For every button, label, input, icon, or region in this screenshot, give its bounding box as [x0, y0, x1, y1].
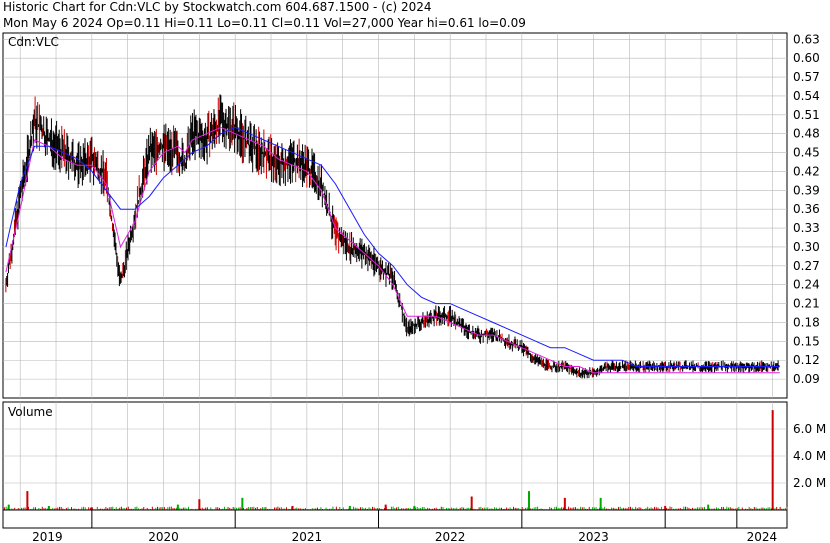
price-tick-label: 0.39 — [793, 183, 820, 197]
price-tick-label: 0.18 — [793, 315, 820, 329]
year-tick-label: 2024 — [747, 530, 778, 543]
volume-tick-label: 4.0 M — [793, 449, 826, 463]
price-tick-label: 0.15 — [793, 334, 820, 348]
price-tick-label: 0.30 — [793, 240, 820, 254]
year-tick-label: 2022 — [435, 530, 466, 543]
price-tick-label: 0.57 — [793, 70, 820, 84]
price-tick-label: 0.42 — [793, 164, 820, 178]
time-axis-frame — [2, 509, 788, 529]
year-tick-label: 2021 — [292, 530, 323, 543]
volume-tick-label: 2.0 M — [793, 476, 826, 490]
volume-panel-title: Volume — [8, 405, 53, 419]
stock-chart: 0.63 0.60 0.57 0.54 0.51 0.48 0.45 0.42 0.39 0.36… — [2, 32, 826, 543]
price-tick-label: 0.33 — [793, 221, 820, 235]
price-tick-label: 0.45 — [793, 146, 820, 160]
price-tick-label: 0.54 — [793, 89, 820, 103]
price-tick-label: 0.24 — [793, 278, 820, 292]
price-tick-label: 0.12 — [793, 353, 820, 367]
time-axis: 2019 2020 2021 2022 2023 2024 — [2, 509, 788, 543]
volume-panel: Volume 6.0 M 4.0 M 2.0 M — [2, 401, 826, 511]
price-tick-label: 0.21 — [793, 297, 820, 311]
short-moving-average-line — [5, 126, 780, 374]
price-panel-title: Cdn:VLC — [8, 35, 59, 49]
price-tick-label: 0.51 — [793, 108, 820, 122]
volume-tick-label: 6.0 M — [793, 422, 826, 436]
price-panel: 0.63 0.60 0.57 0.54 0.51 0.48 0.45 0.42 0.39 0.36… — [2, 32, 820, 399]
price-tick-label: 0.09 — [793, 372, 820, 386]
price-tick-label: 0.27 — [793, 259, 820, 273]
price-plot-frame — [2, 32, 788, 399]
price-tick-label: 0.60 — [793, 51, 820, 65]
year-tick-label: 2019 — [32, 530, 63, 543]
year-tick-label: 2020 — [148, 530, 179, 543]
price-tick-label: 0.36 — [793, 202, 820, 216]
price-tick-label: 0.48 — [793, 127, 820, 141]
price-tick-label: 0.63 — [793, 32, 820, 46]
year-tick-label: 2023 — [578, 530, 609, 543]
